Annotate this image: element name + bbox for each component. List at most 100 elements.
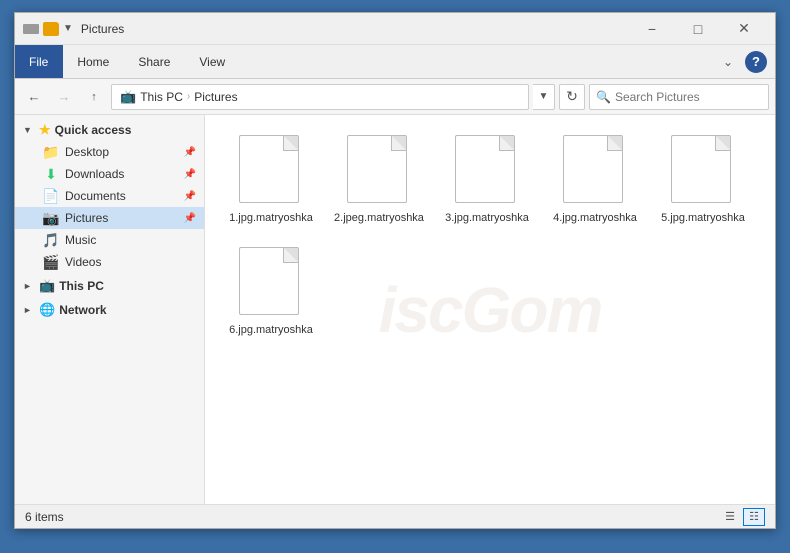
- help-icon[interactable]: ?: [745, 51, 767, 73]
- file-icon-2: [347, 135, 411, 205]
- sidebar-item-videos[interactable]: 🎬 Videos: [15, 251, 204, 273]
- sidebar-label-music: Music: [65, 233, 96, 247]
- file-icon-1: [239, 135, 303, 205]
- pin-icon[interactable]: ▼: [63, 23, 73, 34]
- minimize-button[interactable]: −: [629, 13, 675, 45]
- status-bar: 6 items ☰ ☷: [15, 504, 775, 528]
- file-corner-4: [608, 136, 622, 150]
- title-bar: ▼ Pictures − □ ✕: [15, 13, 775, 45]
- file-icon-3: [455, 135, 519, 205]
- path-dropdown-button[interactable]: ▼: [533, 84, 555, 110]
- close-button[interactable]: ✕: [721, 13, 767, 45]
- file-item-2[interactable]: 2.jpeg.matryoshka: [329, 127, 429, 231]
- path-crumb-pictures[interactable]: Pictures: [194, 90, 237, 104]
- file-area: iscGom 1.jpg.matryoshka: [205, 115, 775, 504]
- sidebar-item-pictures[interactable]: 📷 Pictures 📌: [15, 207, 204, 229]
- sidebar-item-music[interactable]: 🎵 Music: [15, 229, 204, 251]
- file-item-1[interactable]: 1.jpg.matryoshka: [221, 127, 321, 231]
- folder-icon-videos: 🎬: [43, 254, 59, 270]
- status-view-icons: ☰ ☷: [719, 508, 765, 526]
- sidebar-header-network[interactable]: ► 🌐 Network: [15, 299, 204, 321]
- file-name-1: 1.jpg.matryoshka: [229, 211, 313, 225]
- view-list-button[interactable]: ☰: [719, 508, 741, 526]
- explorer-window: ▼ Pictures − □ ✕ File Home Share View ⌄ …: [14, 12, 776, 529]
- file-page-1: [239, 135, 299, 203]
- ribbon-collapse-icon[interactable]: ⌄: [717, 51, 739, 73]
- files-grid: 1.jpg.matryoshka 2.jpeg.matryoshka: [221, 127, 759, 344]
- file-item-5[interactable]: 5.jpg.matryoshka: [653, 127, 753, 231]
- file-corner-6: [284, 248, 298, 262]
- ribbon-tabs: File Home Share View ⌄ ?: [15, 45, 775, 79]
- tab-file[interactable]: File: [15, 45, 63, 78]
- sidebar-label-quick-access: Quick access: [55, 123, 132, 137]
- sidebar-label-downloads: Downloads: [65, 167, 124, 181]
- refresh-button[interactable]: ↻: [559, 84, 585, 110]
- sidebar-label-videos: Videos: [65, 255, 101, 269]
- folder-icon-documents: 📄: [43, 188, 59, 204]
- file-page-4: [563, 135, 623, 203]
- path-crumb-thispc[interactable]: This PC: [140, 90, 183, 104]
- folder-icon-music: 🎵: [43, 232, 59, 248]
- sidebar-icon-thispc: 📺: [39, 278, 55, 294]
- tab-view[interactable]: View: [185, 45, 240, 78]
- ribbon-expand-area: ⌄ ?: [709, 45, 775, 78]
- file-corner-1: [284, 136, 298, 150]
- view-tiles-button[interactable]: ☷: [743, 508, 765, 526]
- expand-icon-network: ►: [23, 305, 35, 315]
- address-bar: ← → ↑ 📺 This PC › Pictures ▼ ↻ 🔍: [15, 79, 775, 115]
- sidebar-label-pictures: Pictures: [65, 211, 108, 225]
- up-button[interactable]: ↑: [81, 84, 107, 110]
- sidebar-label-network: Network: [59, 303, 106, 317]
- file-corner-3: [500, 136, 514, 150]
- forward-button[interactable]: →: [51, 84, 77, 110]
- file-item-3[interactable]: 3.jpg.matryoshka: [437, 127, 537, 231]
- file-name-4: 4.jpg.matryoshka: [553, 211, 637, 225]
- maximize-button[interactable]: □: [675, 13, 721, 45]
- window-controls: − □ ✕: [629, 13, 767, 45]
- sidebar-item-documents[interactable]: 📄 Documents 📌: [15, 185, 204, 207]
- sidebar-label-thispc: This PC: [59, 279, 104, 293]
- sidebar-item-downloads[interactable]: ⬇ Downloads 📌: [15, 163, 204, 185]
- pin-icon-documents: 📌: [184, 191, 196, 202]
- file-corner-5: [716, 136, 730, 150]
- expand-icon-thispc: ►: [23, 281, 35, 291]
- file-icon-6: [239, 247, 303, 317]
- search-icon: 🔍: [596, 90, 611, 104]
- file-item-6[interactable]: 6.jpg.matryoshka: [221, 239, 321, 343]
- file-page-5: [671, 135, 731, 203]
- tab-share[interactable]: Share: [124, 45, 185, 78]
- file-item-4[interactable]: 4.jpg.matryoshka: [545, 127, 645, 231]
- expand-icon-quick-access: ▼: [23, 125, 35, 135]
- folder-icon-desktop: 📁: [43, 144, 59, 160]
- sidebar-icon-network: 🌐: [39, 302, 55, 318]
- file-name-5: 5.jpg.matryoshka: [661, 211, 745, 225]
- file-page-3: [455, 135, 515, 203]
- path-icon: 📺: [120, 89, 136, 105]
- pin-icon-desktop: 📌: [184, 147, 196, 158]
- file-name-3: 3.jpg.matryoshka: [445, 211, 529, 225]
- pin-icon-downloads: 📌: [184, 169, 196, 180]
- address-path[interactable]: 📺 This PC › Pictures: [111, 84, 529, 110]
- search-input[interactable]: [615, 90, 762, 104]
- file-page-2: [347, 135, 407, 203]
- sidebar-item-desktop[interactable]: 📁 Desktop 📌: [15, 141, 204, 163]
- file-page-6: [239, 247, 299, 315]
- sidebar-header-quick-access[interactable]: ▼ ★ Quick access: [15, 119, 204, 141]
- window-title: Pictures: [81, 22, 629, 36]
- file-icon-4: [563, 135, 627, 205]
- sidebar-section-quick-access: ▼ ★ Quick access 📁 Desktop 📌 ⬇ Downloads…: [15, 119, 204, 273]
- folder-icon-pictures: 📷: [43, 210, 59, 226]
- status-item-count: 6 items: [25, 510, 64, 524]
- tab-home[interactable]: Home: [63, 45, 124, 78]
- sidebar-section-network: ► 🌐 Network: [15, 299, 204, 321]
- back-button[interactable]: ←: [21, 84, 47, 110]
- title-bar-icon-group: ▼: [23, 22, 73, 36]
- sidebar-section-thispc: ► 📺 This PC: [15, 275, 204, 297]
- sidebar-icon-quick-access: ★: [39, 122, 51, 138]
- title-icon-folder: [43, 22, 59, 36]
- path-separator-1: ›: [187, 91, 190, 102]
- title-icon-ribbon: [23, 24, 39, 34]
- file-name-6: 6.jpg.matryoshka: [229, 323, 313, 337]
- sidebar-header-thispc[interactable]: ► 📺 This PC: [15, 275, 204, 297]
- search-box[interactable]: 🔍: [589, 84, 769, 110]
